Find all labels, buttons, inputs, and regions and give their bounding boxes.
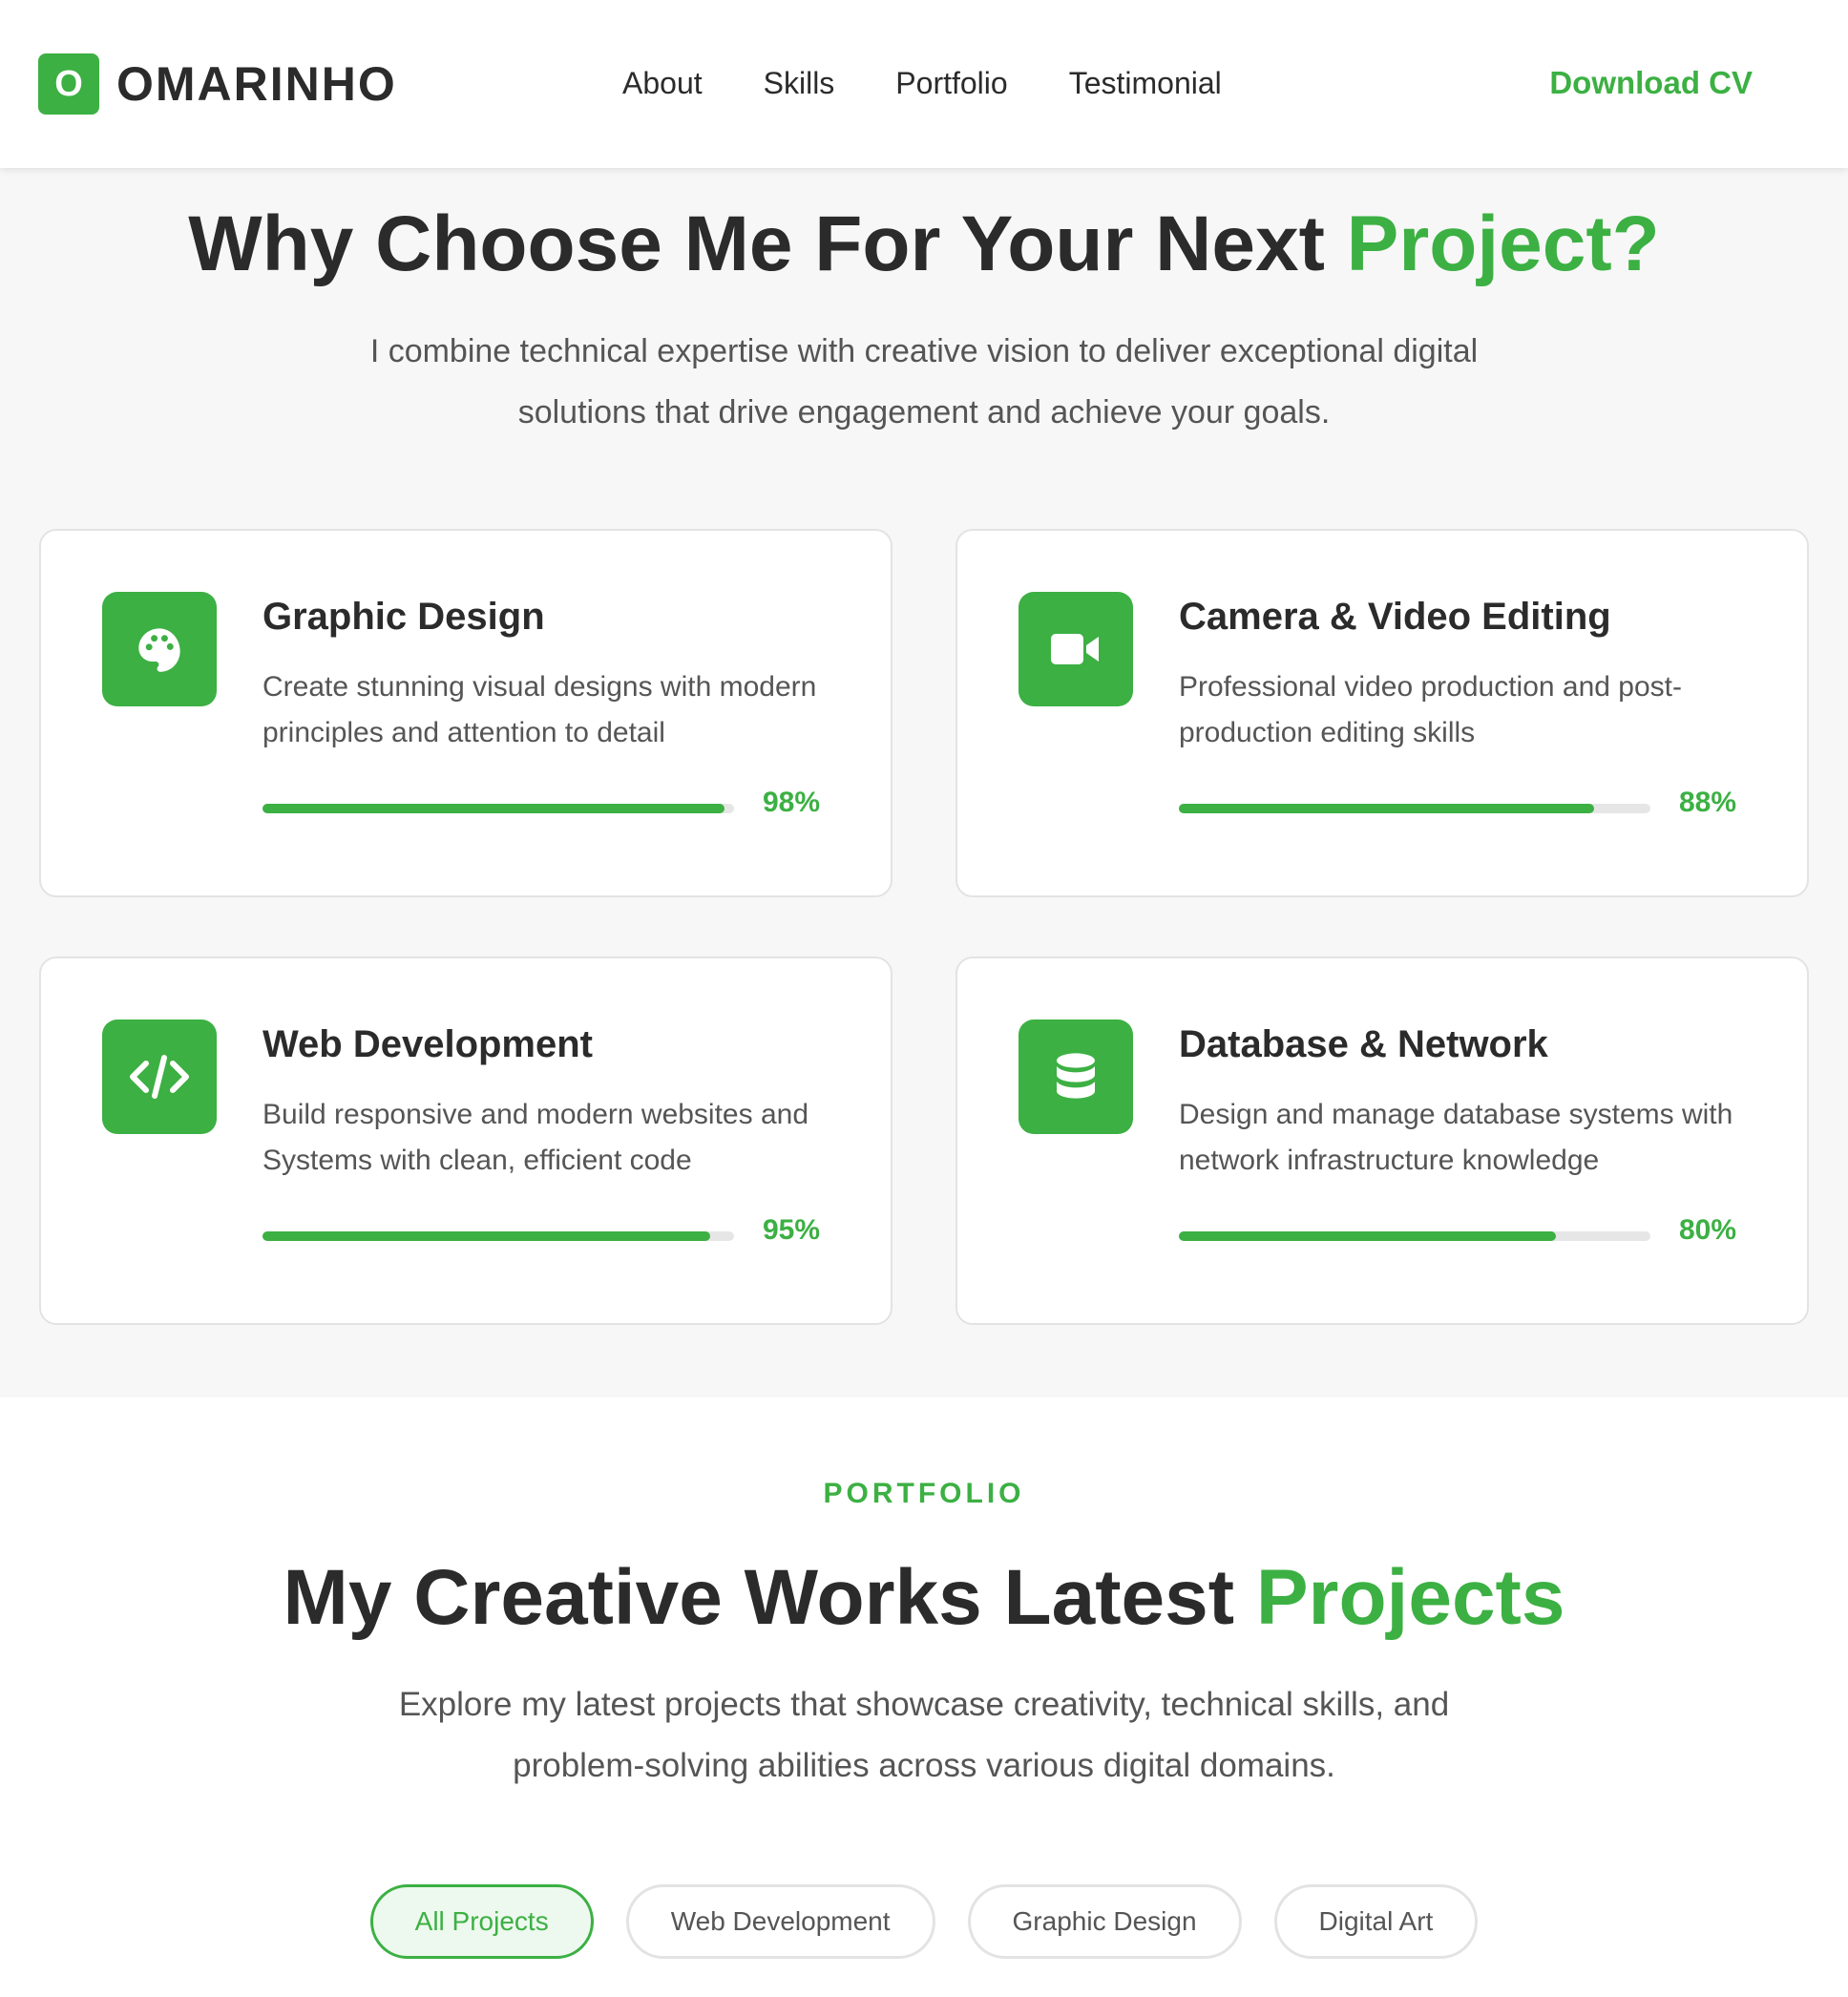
site-header: O OMARINHO About Skills Portfolio Testim… xyxy=(0,0,1848,168)
code-icon xyxy=(102,1020,217,1134)
section-eyebrow: PORTFOLIO xyxy=(823,1478,1025,1509)
progress-bar xyxy=(262,804,734,813)
card-title: Database & Network xyxy=(1179,1023,1548,1065)
progress-percent: 88% xyxy=(1679,787,1737,818)
nav-portfolio[interactable]: Portfolio xyxy=(895,59,1007,107)
card-title: Graphic Design xyxy=(262,596,545,638)
progress-percent: 95% xyxy=(763,1214,821,1246)
progress-fill xyxy=(1179,1231,1557,1241)
filter-graphic-design[interactable]: Graphic Design xyxy=(967,1884,1242,1959)
progress-bar xyxy=(262,1231,734,1241)
logo[interactable]: O OMARINHO xyxy=(38,53,397,115)
skill-card-web-development: Web Development Build responsive and mod… xyxy=(39,956,892,1325)
filter-web-development[interactable]: Web Development xyxy=(625,1884,935,1959)
progress-fill xyxy=(262,804,725,813)
progress-fill xyxy=(262,1231,711,1241)
progress-bar xyxy=(1179,1231,1650,1241)
filter-digital-art[interactable]: Digital Art xyxy=(1273,1884,1479,1959)
main-nav: About Skills Portfolio Testimonial xyxy=(622,59,1283,107)
nav-testimonial[interactable]: Testimonial xyxy=(1069,59,1222,107)
progress-percent: 80% xyxy=(1679,1214,1737,1246)
card-description: Professional video production and post-p… xyxy=(1179,671,1682,748)
nav-about[interactable]: About xyxy=(622,59,703,107)
card-title: Web Development xyxy=(262,1023,593,1065)
section-description: Explore my latest projects that showcase… xyxy=(398,1686,1450,1784)
title-accent: Project? xyxy=(1346,200,1660,287)
download-cv-button[interactable]: Download CV xyxy=(1549,59,1753,107)
title-main: Why Choose Me For Your Next xyxy=(188,200,1347,287)
portfolio-filters: All Projects Web Development Graphic Des… xyxy=(0,1884,1848,1959)
video-camera-icon xyxy=(1018,592,1133,706)
database-icon xyxy=(1018,1020,1133,1134)
logo-badge: O xyxy=(38,53,99,115)
progress-percent: 98% xyxy=(763,787,821,818)
section-description: I combine technical expertise with creat… xyxy=(369,333,1479,431)
why-choose-me-section: Why Choose Me For Your Next Project? I c… xyxy=(0,168,1848,1398)
progress-fill xyxy=(1179,804,1594,813)
section-title: My Creative Works Latest Projects xyxy=(0,1550,1848,1646)
progress-bar xyxy=(1179,804,1650,813)
logo-text: OMARINHO xyxy=(116,57,397,111)
skill-card-database-network: Database & Network Design and manage dat… xyxy=(956,956,1809,1325)
title-accent: Projects xyxy=(1255,1554,1565,1641)
card-description: Create stunning visual designs with mode… xyxy=(262,671,817,748)
skill-card-graphic-design: Graphic Design Create stunning visual de… xyxy=(39,529,892,897)
nav-skills[interactable]: Skills xyxy=(764,59,835,107)
portfolio-section: PORTFOLIO My Creative Works Latest Proje… xyxy=(0,1398,1848,1997)
filter-all-projects[interactable]: All Projects xyxy=(369,1884,594,1959)
skill-card-video-editing: Camera & Video Editing Professional vide… xyxy=(956,529,1809,897)
card-description: Design and manage database systems with … xyxy=(1179,1099,1733,1176)
card-title: Camera & Video Editing xyxy=(1179,596,1611,638)
section-title: Why Choose Me For Your Next Project? xyxy=(0,197,1848,292)
card-description: Build responsive and modern websites and… xyxy=(262,1099,809,1176)
title-main: My Creative Works Latest xyxy=(283,1554,1256,1641)
palette-icon xyxy=(102,592,217,706)
